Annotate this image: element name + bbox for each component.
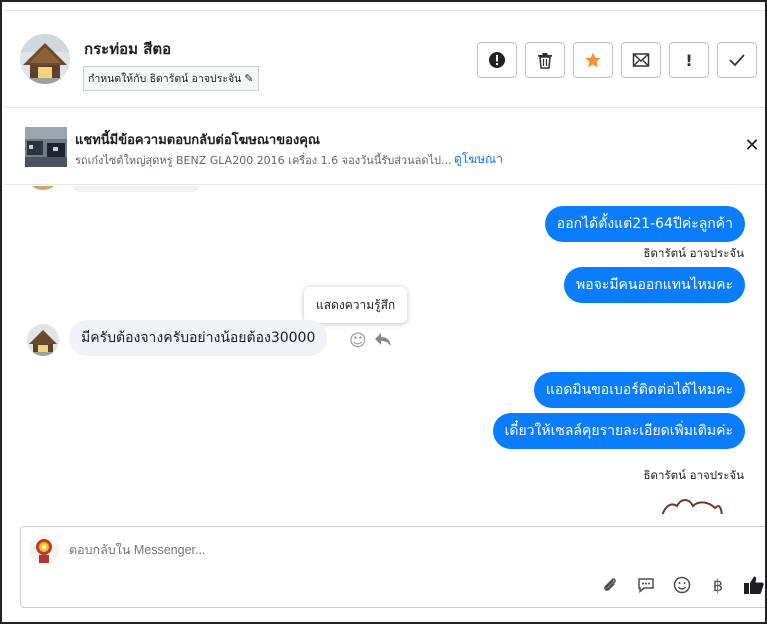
conversation-header: กระท่อม สีตอ กำหนดให้กับ ธิดารัตน์ อาจปร… <box>4 11 765 108</box>
incoming-message[interactable]: มีครับต้องจางครับอย่างน้อยต้อง30000 <box>69 320 328 356</box>
outgoing-message[interactable]: พอจะมีคนออกแทนไหมคะ <box>563 267 745 303</box>
done-button[interactable] <box>717 42 757 78</box>
reply-input[interactable] <box>69 543 569 557</box>
header-actions: ! <box>477 42 757 78</box>
ad-thumbnail[interactable] <box>25 127 67 167</box>
reply-icon[interactable] <box>374 331 392 352</box>
contact-avatar[interactable] <box>20 34 70 84</box>
mark-unread-icon <box>632 53 650 67</box>
outgoing-message[interactable]: เดี๋ยวให้เซลล์คุยรายละเอียดเพิ่มเติมค่ะ <box>492 413 745 449</box>
sender-name: ธิดารัตน์ อาจประจัน <box>643 468 744 482</box>
ad-title: แชทนี้มีข้อความตอบกลับต่อโฆษณาของคุณ <box>75 133 320 148</box>
contact-name: กระท่อม สีตอ <box>84 40 172 58</box>
composer-tools: ฿ <box>599 574 765 596</box>
star-button[interactable] <box>573 42 613 78</box>
sticker-image[interactable] <box>659 492 725 514</box>
message-list: ออกได้ตั้งแต่21-64ปีค่ะลูกค้า ธิดารัตน์ … <box>4 186 765 514</box>
sender-name: ธิดารัตน์ อาจประจัน <box>643 246 744 260</box>
delete-button[interactable] <box>525 42 565 78</box>
conversation-panel: กระท่อม สีตอ กำหนดให้กับ ธิดารัตน์ อาจปร… <box>0 0 767 624</box>
outgoing-message[interactable]: แอดมินขอเบอร์ติดต่อได้ไหมคะ <box>533 372 745 408</box>
payment-icon[interactable]: ฿ <box>707 574 729 596</box>
mark-unread-button[interactable] <box>621 42 661 78</box>
pencil-icon: ✎ <box>244 72 254 85</box>
attachment-icon[interactable] <box>599 574 621 596</box>
like-icon[interactable] <box>743 574 765 596</box>
top-divider <box>4 2 765 11</box>
view-ad-link[interactable]: ดูโฆษณา <box>454 150 503 169</box>
spam-icon <box>489 52 505 68</box>
emoji-icon[interactable] <box>671 574 693 596</box>
page-avatar <box>29 535 59 565</box>
smiley-react-icon[interactable]: ☺ <box>349 331 367 351</box>
done-icon <box>729 54 745 67</box>
ad-reply-banner: แชทนี้มีข้อความตอบกลับต่อโฆษณาของคุณ รถเ… <box>4 109 765 185</box>
assign-button[interactable]: กำหนดให้กับ ธิดารัตน์ อาจประจัน ✎ <box>83 66 259 91</box>
react-tooltip: แสดงความรู้สึก <box>304 287 408 323</box>
ad-description: รถเก๋งไซต์ใหญ่สุดหรู BENZ GLA200 2016 เค… <box>75 154 452 167</box>
trash-icon <box>538 52 552 69</box>
assign-label: กำหนดให้กับ ธิดารัตน์ อาจประจัน <box>88 73 242 85</box>
spam-button[interactable] <box>477 42 517 78</box>
star-icon <box>585 52 601 68</box>
previous-avatar <box>28 186 58 190</box>
previous-message[interactable] <box>71 186 201 192</box>
important-icon: ! <box>685 50 693 70</box>
outgoing-message[interactable]: ออกได้ตั้งแต่21-64ปีค่ะลูกค้า <box>544 206 745 242</box>
important-button[interactable]: ! <box>669 42 709 78</box>
close-icon[interactable]: ✕ <box>743 137 761 155</box>
reply-composer: ฿ <box>20 526 765 608</box>
contact-avatar-small[interactable] <box>27 324 59 356</box>
saved-replies-icon[interactable] <box>635 574 657 596</box>
